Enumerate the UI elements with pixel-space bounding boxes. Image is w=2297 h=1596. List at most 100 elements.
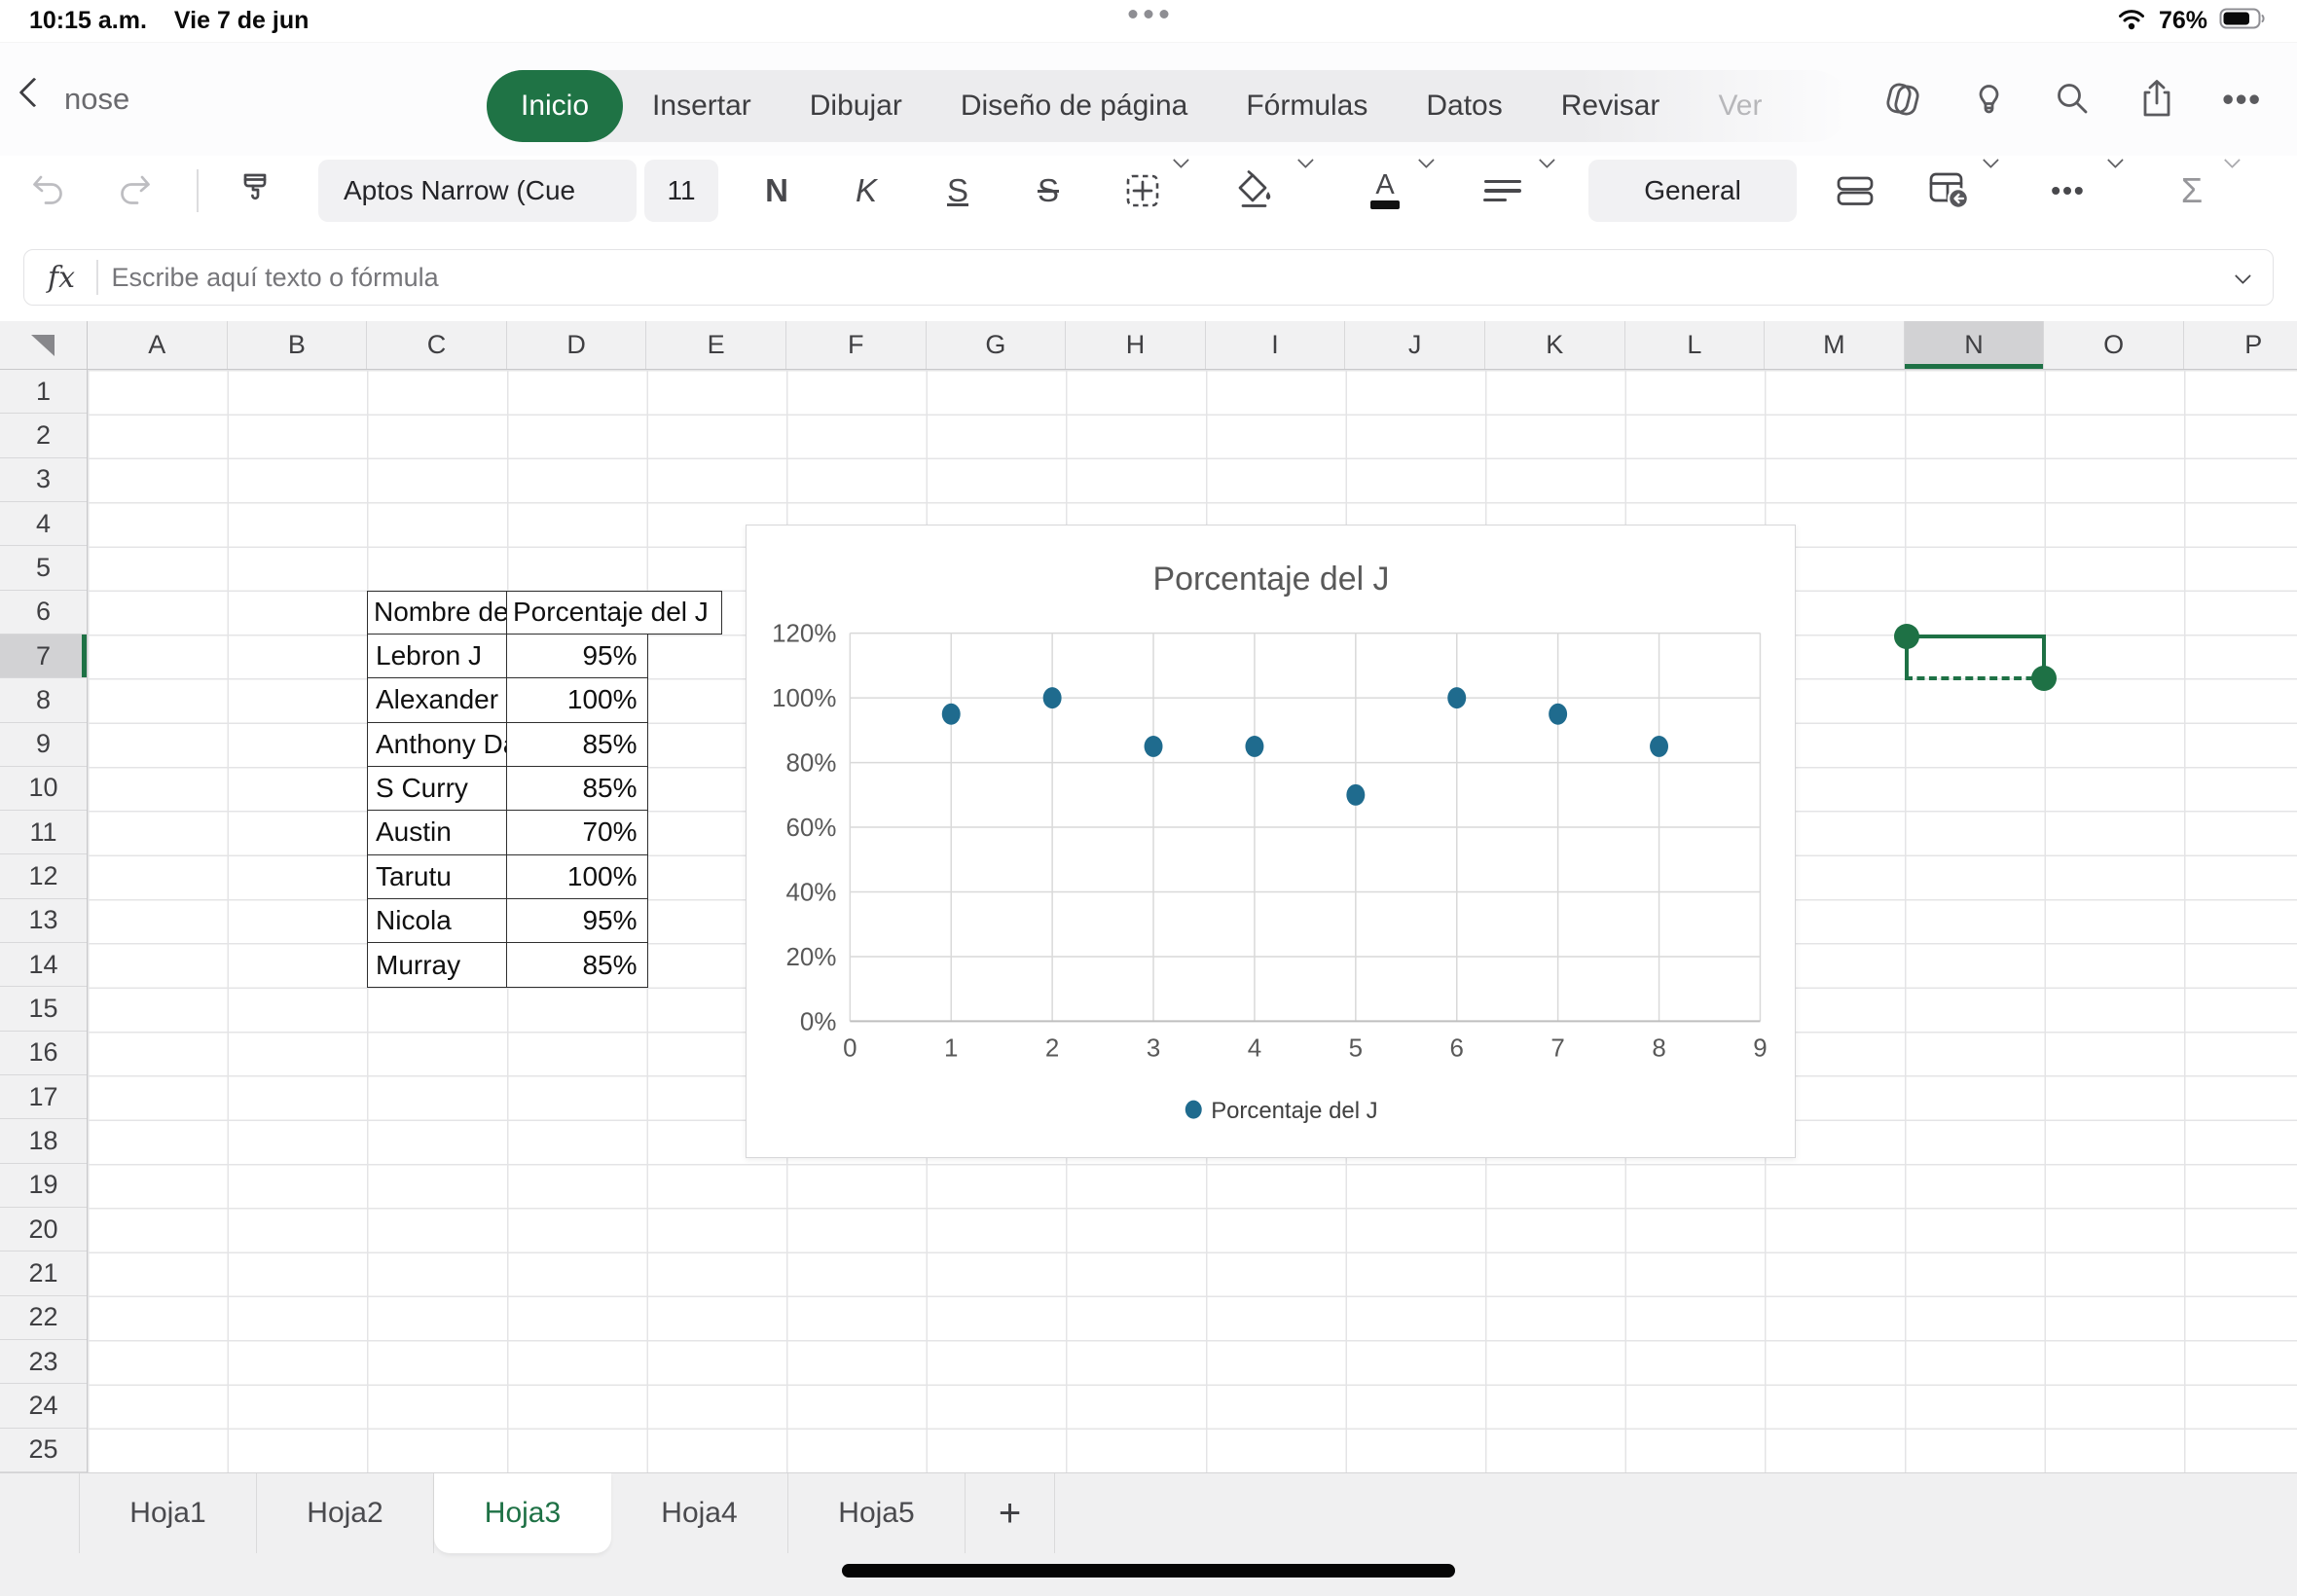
ribbon-tab-ver[interactable]: Ver [1689,70,1791,142]
table-cell-value[interactable]: 95% [507,899,647,942]
column-header-E[interactable]: E [646,321,786,369]
sheet-tab-hoja3[interactable]: Hoja3 [434,1473,611,1553]
autosum-button[interactable]: Σ [2170,156,2213,226]
active-cell-selection[interactable] [1905,635,2046,680]
row-header-16[interactable]: 16 [0,1032,87,1075]
underline-button[interactable]: S [930,156,985,226]
search-icon[interactable] [2053,80,2092,119]
row-header-10[interactable]: 10 [0,767,87,811]
selection-handle-top-left[interactable] [1894,624,1919,649]
cell-style-icon[interactable] [1925,156,1972,226]
sheet-tab-hoja4[interactable]: Hoja4 [611,1473,788,1553]
undo-button[interactable] [25,156,70,226]
table-cell-value[interactable]: 100% [507,678,647,721]
row-header-21[interactable]: 21 [0,1251,87,1295]
select-all-corner[interactable] [0,321,88,370]
row-header-17[interactable]: 17 [0,1075,87,1119]
share-icon[interactable] [2136,78,2177,121]
sheet-tab-hoja1[interactable]: Hoja1 [80,1473,257,1553]
toolbar-more-icon[interactable]: ••• [2038,156,2098,226]
row-header-12[interactable]: 12 [0,854,87,898]
row-header-4[interactable]: 4 [0,502,87,546]
row-header-13[interactable]: 13 [0,899,87,943]
fill-color-icon[interactable] [1232,156,1277,226]
add-sheet-button[interactable]: + [966,1473,1055,1553]
row-header-24[interactable]: 24 [0,1384,87,1428]
back-chevron-icon[interactable] [18,77,49,107]
row-header-2[interactable]: 2 [0,414,87,457]
column-header-J[interactable]: J [1345,321,1485,369]
more-actions-icon[interactable]: ••• [2222,81,2262,118]
font-color-icon[interactable]: A [1363,156,1407,226]
row-header-3[interactable]: 3 [0,458,87,502]
formula-input[interactable] [98,262,2236,294]
ribbon-tab-inicio[interactable]: Inicio [487,70,623,142]
table-cell-value[interactable]: 85% [507,723,647,766]
table-cell-name[interactable]: Lebron J [368,635,507,677]
row-header-23[interactable]: 23 [0,1340,87,1384]
column-header-N[interactable]: N [1905,321,2045,369]
bold-button[interactable]: N [749,156,804,226]
column-header-L[interactable]: L [1625,321,1766,369]
multitasking-dots-icon[interactable] [1129,10,1169,18]
table-cell-name[interactable]: Nicola [368,899,507,942]
row-header-8[interactable]: 8 [0,678,87,722]
table-cell-name[interactable]: Murray [368,943,507,987]
column-header-D[interactable]: D [507,321,647,369]
row-header-22[interactable]: 22 [0,1296,87,1340]
column-header-P[interactable]: P [2184,321,2297,369]
ribbon-tab-dise-o-de-p-gina[interactable]: Diseño de página [931,70,1218,142]
column-header-A[interactable]: A [88,321,228,369]
row-header-7[interactable]: 7 [0,635,87,678]
row-header-25[interactable]: 25 [0,1429,87,1472]
formula-bar-expand-chevron-icon[interactable] [2235,268,2251,284]
italic-button[interactable]: K [839,156,893,226]
ribbon-tab-f-rmulas[interactable]: Fórmulas [1217,70,1397,142]
format-painter-icon[interactable] [232,156,278,226]
alignment-icon[interactable] [1483,156,1522,226]
row-header-5[interactable]: 5 [0,546,87,590]
font-name-select[interactable]: Aptos Narrow (Cue [318,160,637,222]
redo-button[interactable] [113,156,158,226]
strikethrough-button[interactable]: S [1021,156,1076,226]
column-header-I[interactable]: I [1206,321,1346,369]
column-header-K[interactable]: K [1485,321,1625,369]
row-header-20[interactable]: 20 [0,1208,87,1251]
copilot-icon[interactable] [1881,79,1924,120]
column-header-F[interactable]: F [786,321,927,369]
row-header-14[interactable]: 14 [0,943,87,987]
table-cell-value[interactable]: 95% [507,635,647,677]
row-header-9[interactable]: 9 [0,723,87,767]
number-format-select[interactable]: General [1588,160,1797,222]
table-cell-value[interactable]: 85% [507,767,647,810]
table-header-value[interactable]: Porcentaje del J [507,592,721,634]
selection-handle-bottom-right[interactable] [2031,666,2057,691]
row-header-6[interactable]: 6 [0,591,87,635]
column-header-G[interactable]: G [927,321,1067,369]
ribbon-tab-datos[interactable]: Datos [1397,70,1531,142]
table-header-name[interactable]: Nombre de [368,592,507,634]
ribbon-tab-insertar[interactable]: Insertar [623,70,781,142]
home-indicator-bar[interactable] [842,1564,1455,1578]
column-header-M[interactable]: M [1765,321,1905,369]
column-header-O[interactable]: O [2044,321,2184,369]
document-name[interactable]: nose [64,43,129,156]
row-header-11[interactable]: 11 [0,811,87,854]
table-cell-name[interactable]: Anthony Da [368,723,507,766]
lightbulb-icon[interactable] [1969,79,2008,120]
ribbon-tab-revisar[interactable]: Revisar [1532,70,1690,142]
table-cell-name[interactable]: S Curry [368,767,507,810]
ribbon-tab-dibujar[interactable]: Dibujar [781,70,931,142]
column-header-C[interactable]: C [367,321,507,369]
table-cell-value[interactable]: 100% [507,855,647,898]
merge-cells-icon[interactable] [1834,156,1877,226]
table-cell-name[interactable]: Tarutu [368,855,507,898]
sheet-tab-hoja5[interactable]: Hoja5 [788,1473,966,1553]
table-cell-value[interactable]: 85% [507,943,647,987]
table-cell-name[interactable]: Alexander [368,678,507,721]
row-header-19[interactable]: 19 [0,1164,87,1208]
borders-icon[interactable] [1121,156,1164,226]
font-size-select[interactable]: 11 [644,160,718,222]
row-header-18[interactable]: 18 [0,1119,87,1163]
table-cell-value[interactable]: 70% [507,811,647,853]
